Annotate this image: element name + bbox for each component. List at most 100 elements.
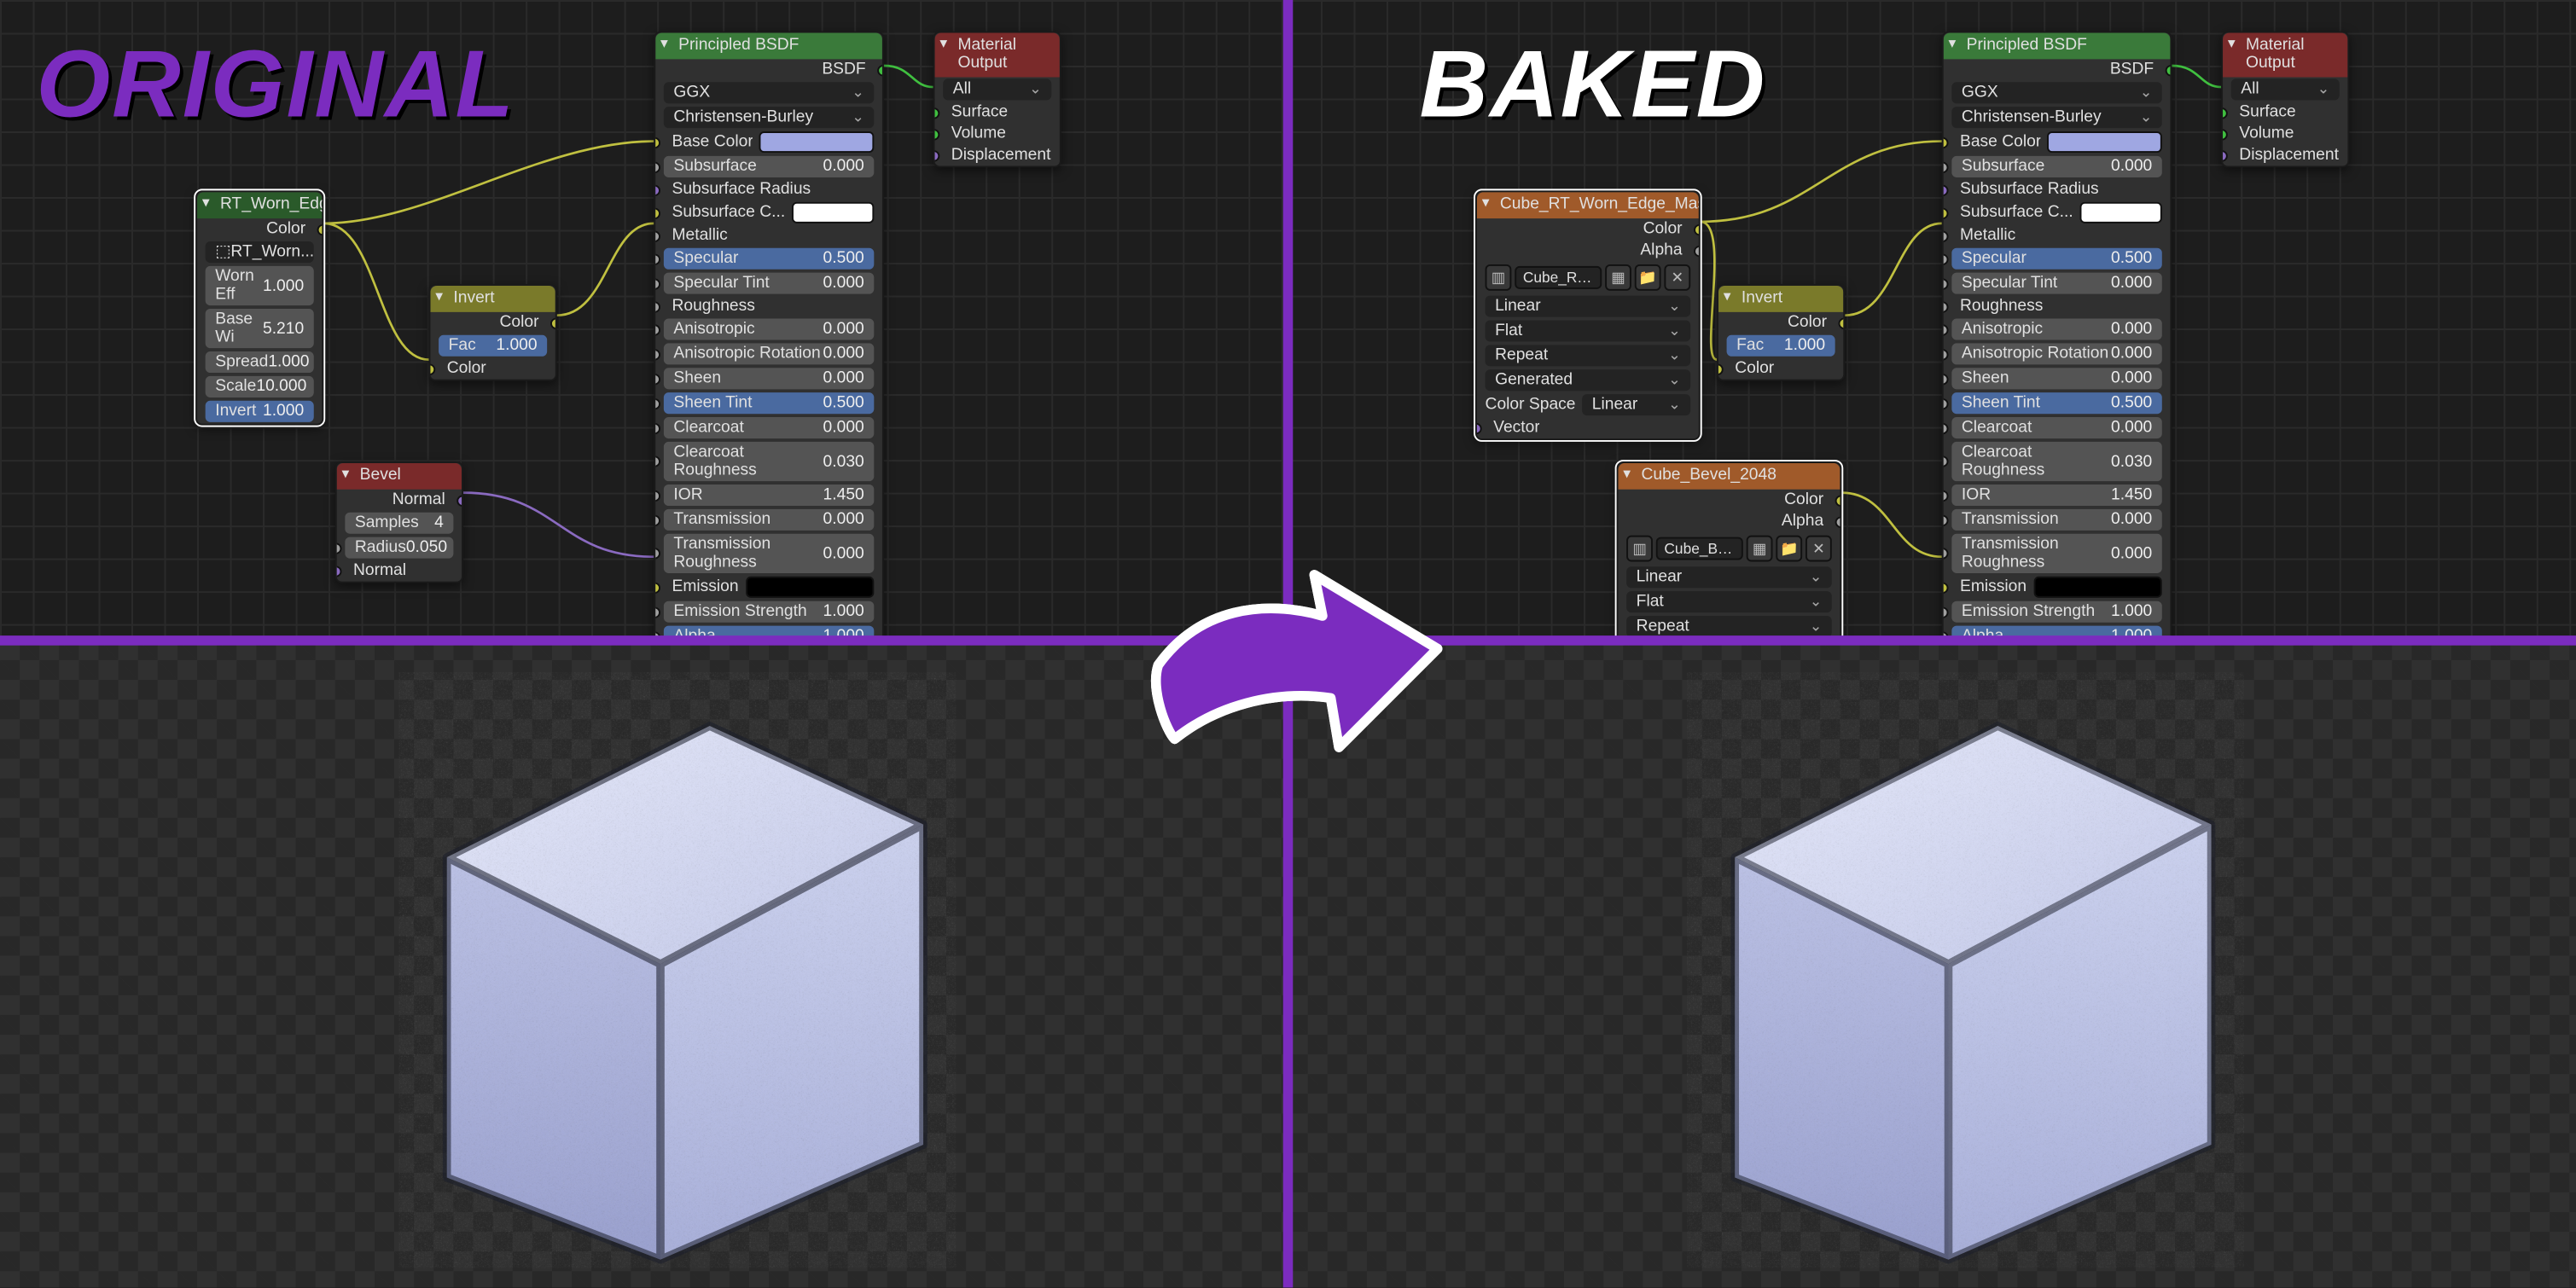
row-emission[interactable]: Emission — [655, 575, 882, 600]
row-aniso[interactable]: Anisotropic0.000 — [1944, 317, 2171, 342]
slider-base-wi[interactable]: Base Wi5.210 — [206, 309, 314, 348]
icon-img-browse[interactable]: ▥ — [1626, 536, 1653, 562]
slider-cc_rough[interactable]: Clearcoat Roughness0.030 — [1951, 442, 2161, 481]
slider-sheen[interactable]: Sheen0.000 — [664, 368, 874, 389]
row-spec_tint[interactable]: Specular Tint0.000 — [655, 271, 882, 296]
node-header[interactable]: Material Output — [2223, 33, 2347, 78]
slider-emit_str[interactable]: Emission Strength1.000 — [664, 601, 874, 623]
row-roughness[interactable]: Roughness — [1944, 296, 2171, 317]
node-material-output[interactable]: Material Output All Surface Volume Displ… — [2221, 32, 2349, 168]
slider-fac[interactable]: Fac1.000 — [439, 335, 547, 357]
slider-spec_tint[interactable]: Specular Tint0.000 — [664, 273, 874, 294]
node-invert[interactable]: Invert Color Fac1.000 Color — [1717, 284, 1845, 381]
slider-trans_rough[interactable]: Transmission Roughness0.000 — [664, 534, 874, 573]
slider-subsurface[interactable]: Subsurface0.000 — [1951, 156, 2161, 177]
node-image-texture-mask[interactable]: Cube_RT_Worn_Edge_Mask_2048 Color Alpha … — [1475, 190, 1701, 440]
slider-invert[interactable]: Invert1.000 — [206, 401, 314, 422]
swatch-ss_color[interactable] — [2079, 202, 2161, 223]
slider-fac[interactable]: Fac1.000 — [1727, 335, 1835, 357]
row-aniso_rot[interactable]: Anisotropic Rotation0.000 — [655, 341, 882, 366]
swatch-ss_color[interactable] — [792, 202, 874, 223]
dd-distribution[interactable]: GGX — [664, 82, 874, 103]
slider-worn-eff[interactable]: Worn Eff1.000 — [206, 266, 314, 305]
node-principled-bsdf[interactable]: Principled BSDF BSDF GGX Christensen-Bur… — [1942, 32, 2172, 641]
node-bevel[interactable]: Bevel Normal Samples4 Radius0.050 Normal — [335, 461, 463, 583]
dd-sss-method[interactable]: Christensen-Burley — [1951, 107, 2161, 128]
node-principled-bsdf[interactable]: Principled BSDF BSDF GGX Christensen-Bur… — [654, 32, 884, 641]
node-header[interactable]: Principled BSDF — [1944, 33, 2171, 60]
dd-source[interactable]: Generated — [1486, 369, 1691, 391]
node-rt-worn-edge-group[interactable]: RT_Worn_Edge... Color ⬚RT_Worn... Worn E… — [195, 190, 323, 425]
swatch-base_color[interactable] — [2048, 131, 2162, 153]
row-sheen_tint[interactable]: Sheen Tint0.500 — [655, 391, 882, 415]
row-sheen_tint[interactable]: Sheen Tint0.500 — [1944, 391, 2171, 415]
row-subsurface[interactable]: Subsurface0.000 — [1944, 154, 2171, 179]
row-transmission[interactable]: Transmission0.000 — [655, 508, 882, 532]
dd-projection[interactable]: Flat — [1626, 591, 1832, 612]
slider-radius[interactable]: Radius0.050 — [345, 537, 453, 559]
slider-aniso_rot[interactable]: Anisotropic Rotation0.000 — [664, 343, 874, 364]
icon-open[interactable]: 📁 — [1776, 536, 1802, 562]
slider-spread[interactable]: Spread1.000 — [206, 351, 314, 373]
row-metallic[interactable]: Metallic — [1944, 225, 2171, 247]
slider-spec_tint[interactable]: Specular Tint0.000 — [1951, 273, 2161, 294]
row-cc_rough[interactable]: Clearcoat Roughness0.030 — [1944, 440, 2171, 483]
row-spec_tint[interactable]: Specular Tint0.000 — [1944, 271, 2171, 296]
row-ior[interactable]: IOR1.450 — [655, 483, 882, 508]
node-tree-dropdown[interactable]: ⬚RT_Worn... — [206, 241, 314, 263]
row-ss_radius[interactable]: Subsurface Radius — [655, 179, 882, 200]
slider-ior[interactable]: IOR1.450 — [1951, 484, 2161, 506]
slider-specular[interactable]: Specular0.500 — [664, 248, 874, 270]
dd-projection[interactable]: Flat — [1486, 320, 1691, 341]
slider-sheen[interactable]: Sheen0.000 — [1951, 368, 2161, 389]
icon-new[interactable]: ▦ — [1605, 264, 1631, 291]
dd-sss-method[interactable]: Christensen-Burley — [664, 107, 874, 128]
node-header[interactable]: Principled BSDF — [655, 33, 882, 60]
node-header[interactable]: Cube_RT_Worn_Edge_Mask_2048 — [1477, 192, 1699, 218]
slider-transmission[interactable]: Transmission0.000 — [1951, 509, 2161, 531]
image-name-dropdown[interactable]: Cube_Bevel_20... — [1656, 537, 1743, 560]
slider-ior[interactable]: IOR1.450 — [664, 484, 874, 506]
slider-cc_rough[interactable]: Clearcoat Roughness0.030 — [664, 442, 874, 481]
dd-extension[interactable]: Repeat — [1626, 616, 1832, 637]
slider-aniso[interactable]: Anisotropic0.000 — [1951, 319, 2161, 340]
icon-unlink[interactable]: ✕ — [1664, 264, 1690, 291]
row-aniso_rot[interactable]: Anisotropic Rotation0.000 — [1944, 341, 2171, 366]
row-transmission[interactable]: Transmission0.000 — [1944, 508, 2171, 532]
node-image-texture-bevel[interactable]: Cube_Bevel_2048 Color Alpha ▥ Cube_Bevel… — [1617, 461, 1842, 641]
row-cc_rough[interactable]: Clearcoat Roughness0.030 — [655, 440, 882, 483]
slider-subsurface[interactable]: Subsurface0.000 — [664, 156, 874, 177]
dd-extension[interactable]: Repeat — [1486, 345, 1691, 366]
slider-specular[interactable]: Specular0.500 — [1951, 248, 2161, 270]
slider-aniso[interactable]: Anisotropic0.000 — [664, 319, 874, 340]
dd-distribution[interactable]: GGX — [1951, 82, 2161, 103]
row-ior[interactable]: IOR1.450 — [1944, 483, 2171, 508]
row-subsurface[interactable]: Subsurface0.000 — [655, 154, 882, 179]
icon-unlink[interactable]: ✕ — [1806, 536, 1832, 562]
row-clearcoat[interactable]: Clearcoat0.000 — [655, 415, 882, 440]
slider-scale[interactable]: Scale10.000 — [206, 376, 314, 397]
swatch-emission[interactable] — [745, 577, 874, 598]
node-header[interactable]: Bevel — [337, 463, 462, 490]
row-base_color[interactable]: Base Color — [1944, 130, 2171, 154]
icon-open[interactable]: 📁 — [1635, 264, 1661, 291]
icon-new[interactable]: ▦ — [1747, 536, 1773, 562]
row-sheen[interactable]: Sheen0.000 — [1944, 366, 2171, 391]
node-header[interactable]: Cube_Bevel_2048 — [1619, 463, 1840, 490]
slider-aniso_rot[interactable]: Anisotropic Rotation0.000 — [1951, 343, 2161, 364]
row-emission[interactable]: Emission — [1944, 575, 2171, 600]
slider-trans_rough[interactable]: Transmission Roughness0.000 — [1951, 534, 2161, 573]
dd-target[interactable]: All — [943, 78, 1051, 100]
slider-sheen_tint[interactable]: Sheen Tint0.500 — [1951, 392, 2161, 414]
slider-emit_str[interactable]: Emission Strength1.000 — [1951, 601, 2161, 623]
icon-img-browse[interactable]: ▥ — [1486, 264, 1512, 291]
slider-clearcoat[interactable]: Clearcoat0.000 — [664, 417, 874, 438]
row-sheen[interactable]: Sheen0.000 — [655, 366, 882, 391]
row-specular[interactable]: Specular0.500 — [1944, 247, 2171, 271]
row-metallic[interactable]: Metallic — [655, 225, 882, 247]
node-header[interactable]: Material Output — [935, 33, 1060, 78]
node-header[interactable]: Invert — [430, 286, 555, 312]
node-header[interactable]: RT_Worn_Edge... — [197, 192, 322, 218]
dd-interpolation[interactable]: Linear — [1626, 566, 1832, 588]
row-emit_str[interactable]: Emission Strength1.000 — [655, 600, 882, 624]
